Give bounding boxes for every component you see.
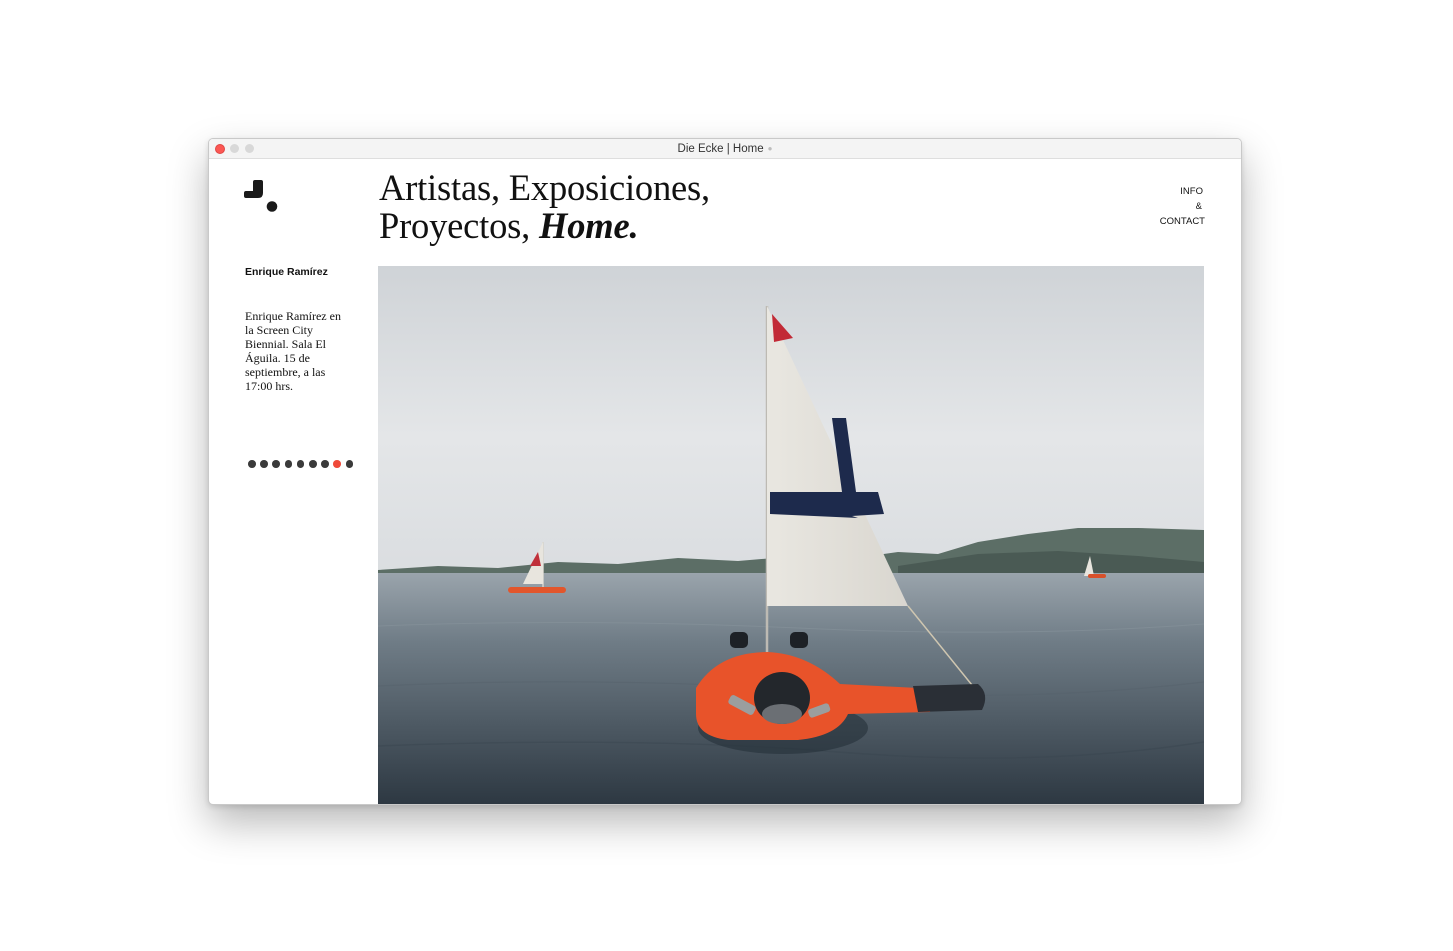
window-title: Die Ecke | Home [677, 143, 764, 155]
slider-dot[interactable] [248, 460, 256, 468]
slider-pagination [248, 460, 354, 468]
headline-line-2: Proyectos, [379, 205, 540, 246]
artist-description: Enrique Ramírez en la Screen City Bienni… [245, 309, 341, 393]
slider-dot[interactable] [284, 460, 293, 468]
nav-contact-link[interactable]: CONTACT [1160, 214, 1205, 229]
title-bar[interactable]: Die Ecke | Home ● [209, 139, 1241, 159]
edited-indicator-icon: ● [767, 144, 773, 153]
slider-dot[interactable] [296, 460, 305, 468]
screen: Die Ecke | Home ● Artistas, Exposiciones,… [0, 0, 1453, 951]
slider-dot[interactable] [345, 460, 354, 468]
nav-ampersand: & [1195, 201, 1202, 212]
artist-name-link[interactable]: Enrique Ramírez [245, 266, 328, 278]
page-headline: Artistas, Exposiciones, Proyectos, Home. [379, 169, 710, 245]
slider-dot[interactable] [272, 460, 281, 468]
browser-window: Die Ecke | Home ● Artistas, Exposiciones,… [208, 138, 1242, 805]
slider-dot[interactable] [260, 460, 268, 468]
slider-dot[interactable] [321, 460, 329, 468]
die-ecke-logo-icon[interactable] [244, 179, 278, 213]
slider-dot[interactable] [333, 460, 341, 468]
slider-dot[interactable] [308, 460, 317, 468]
top-nav: INFO & CONTACT [1160, 184, 1205, 229]
window-title-wrap: Die Ecke | Home ● [209, 141, 1241, 157]
featured-photo-sailing-performance[interactable] [378, 266, 1204, 804]
nav-info-link[interactable]: INFO [1160, 184, 1205, 199]
headline-line-1: Artistas, Exposiciones, [379, 167, 710, 208]
headline-home-emphasis: Home. [539, 205, 639, 246]
